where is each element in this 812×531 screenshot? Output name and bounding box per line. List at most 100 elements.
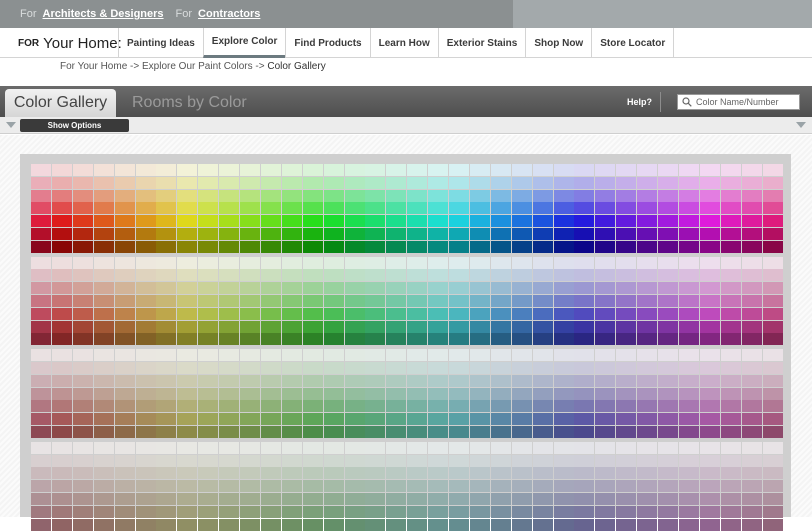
color-chip[interactable] [365, 282, 386, 295]
color-chip[interactable] [240, 400, 260, 413]
color-chip[interactable] [637, 426, 658, 438]
color-chip[interactable] [532, 413, 553, 426]
color-chip[interactable] [595, 426, 616, 438]
color-chip[interactable] [219, 454, 240, 467]
color-chip[interactable] [198, 349, 219, 362]
color-chip[interactable] [553, 518, 574, 531]
color-chip[interactable] [699, 189, 720, 202]
color-chip[interactable] [616, 307, 637, 320]
color-chip[interactable] [511, 240, 532, 253]
color-chip[interactable] [135, 240, 156, 253]
color-chip[interactable] [344, 202, 365, 215]
color-chip[interactable] [511, 333, 532, 346]
color-chip[interactable] [240, 349, 260, 362]
color-chip[interactable] [511, 467, 532, 480]
color-chip[interactable] [344, 387, 365, 400]
nav-item-learn-how[interactable]: Learn How [369, 28, 438, 58]
color-chip[interactable] [574, 320, 595, 333]
color-chip[interactable] [114, 164, 135, 176]
color-chip[interactable] [469, 518, 490, 531]
color-chip[interactable] [386, 441, 407, 454]
color-chip[interactable] [699, 480, 720, 493]
color-chip[interactable] [616, 320, 637, 333]
color-chip[interactable] [469, 215, 490, 228]
color-chip[interactable] [240, 480, 260, 493]
color-chip[interactable] [490, 333, 511, 346]
color-chip[interactable] [302, 282, 323, 295]
color-chip[interactable] [240, 215, 260, 228]
color-chip[interactable] [31, 362, 51, 374]
color-chip[interactable] [699, 493, 720, 505]
color-chip[interactable] [616, 426, 637, 438]
color-chip[interactable] [407, 413, 428, 426]
color-chip[interactable] [240, 362, 260, 374]
color-chip[interactable] [72, 333, 93, 346]
nav-item-exterior-stains[interactable]: Exterior Stains [437, 28, 526, 58]
color-chip[interactable] [177, 400, 198, 413]
color-chip[interactable] [93, 387, 114, 400]
color-chip[interactable] [135, 256, 156, 269]
color-chip[interactable] [177, 228, 198, 240]
color-chip[interactable] [114, 269, 135, 282]
color-chip[interactable] [553, 454, 574, 467]
color-chip[interactable] [553, 189, 574, 202]
color-chip[interactable] [678, 189, 699, 202]
color-chip[interactable] [260, 441, 281, 454]
color-chip[interactable] [469, 454, 490, 467]
color-chip[interactable] [135, 413, 156, 426]
color-chip[interactable] [616, 240, 637, 253]
color-chip[interactable] [323, 413, 344, 426]
color-chip[interactable] [302, 518, 323, 531]
color-chip[interactable] [490, 387, 511, 400]
color-chip[interactable] [281, 467, 302, 480]
color-chip[interactable] [198, 228, 219, 240]
color-chip[interactable] [720, 202, 741, 215]
color-chip[interactable] [93, 269, 114, 282]
color-chip[interactable] [240, 441, 260, 454]
color-chip[interactable] [511, 269, 532, 282]
color-chip[interactable] [762, 480, 783, 493]
color-chip[interactable] [574, 441, 595, 454]
color-chip[interactable] [323, 215, 344, 228]
color-chip[interactable] [177, 295, 198, 307]
color-chip[interactable] [658, 164, 678, 176]
color-chip[interactable] [720, 518, 741, 531]
color-chip[interactable] [281, 374, 302, 387]
color-chip[interactable] [574, 215, 595, 228]
color-chip[interactable] [93, 426, 114, 438]
color-chip[interactable] [281, 320, 302, 333]
color-chip[interactable] [449, 269, 469, 282]
color-chip[interactable] [449, 441, 469, 454]
color-chip[interactable] [407, 189, 428, 202]
color-chip[interactable] [658, 202, 678, 215]
color-chip[interactable] [365, 493, 386, 505]
color-chip[interactable] [198, 374, 219, 387]
color-chip[interactable] [323, 454, 344, 467]
color-chip[interactable] [511, 307, 532, 320]
color-chip[interactable] [72, 282, 93, 295]
color-chip[interactable] [93, 228, 114, 240]
color-chip[interactable] [637, 189, 658, 202]
color-chip[interactable] [93, 333, 114, 346]
color-chip[interactable] [616, 518, 637, 531]
color-chip[interactable] [511, 413, 532, 426]
color-chip[interactable] [637, 454, 658, 467]
color-chip[interactable] [219, 164, 240, 176]
color-chip[interactable] [135, 493, 156, 505]
color-chip[interactable] [198, 441, 219, 454]
color-chip[interactable] [678, 269, 699, 282]
color-chip[interactable] [365, 320, 386, 333]
color-chip[interactable] [156, 215, 177, 228]
color-chip[interactable] [741, 202, 762, 215]
show-options-button[interactable]: Show Options [20, 119, 129, 132]
color-chip[interactable] [553, 176, 574, 189]
color-chip[interactable] [511, 426, 532, 438]
color-chip[interactable] [720, 493, 741, 505]
color-chip[interactable] [31, 256, 51, 269]
color-chip[interactable] [511, 228, 532, 240]
color-chip[interactable] [532, 256, 553, 269]
color-chip[interactable] [177, 441, 198, 454]
color-chip[interactable] [595, 454, 616, 467]
color-chip[interactable] [658, 176, 678, 189]
color-chip[interactable] [93, 256, 114, 269]
